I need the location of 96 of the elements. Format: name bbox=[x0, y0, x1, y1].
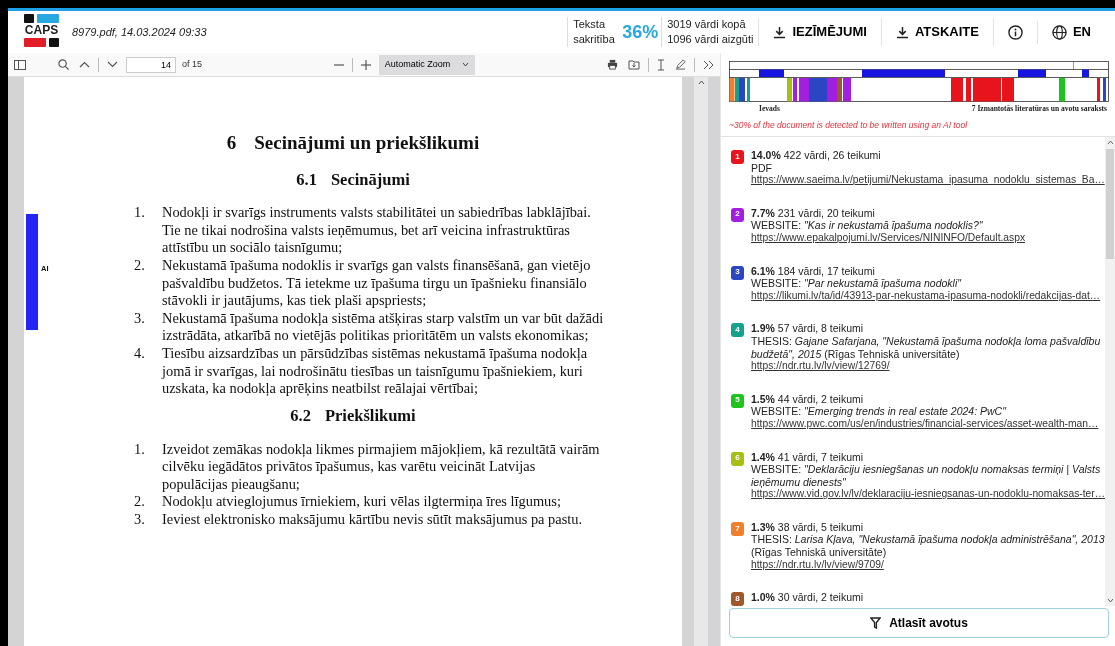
source-number: 8 bbox=[731, 592, 744, 606]
section-heading: Secinājumi bbox=[330, 168, 410, 191]
chevron-up-icon bbox=[79, 61, 90, 68]
similarity-label: Teksta sakritība bbox=[567, 17, 620, 47]
source-title: WEBSITE: "Deklarāciju iesniegšanas un nodokļu nomaksas termiņi | Valsts ieņēmumu dienests" bbox=[751, 463, 1101, 489]
download-button[interactable]: IEZĪMĒJUMI bbox=[759, 18, 882, 46]
source-number: 2 bbox=[731, 207, 744, 222]
plus-icon bbox=[360, 59, 371, 70]
list-number: 3. bbox=[134, 510, 146, 529]
source-number: 1 bbox=[731, 150, 744, 164]
source-link[interactable]: https://www.saeima.lv/petijumi/Nekustama_ipasuma_nodoklu_sistemas_Ba… bbox=[751, 174, 1105, 187]
source-title: PDF bbox=[751, 161, 773, 175]
download-icon bbox=[895, 25, 909, 39]
chevron-down-icon bbox=[107, 61, 118, 68]
zoom-select[interactable]: Automatic Zoom bbox=[378, 54, 476, 75]
source-title: WEBSITE: "Kas ir nekustamā īpašuma nodoklis?" bbox=[751, 219, 984, 232]
source-title: WEBSITE: "Par nekustamā īpašuma nodokli" bbox=[751, 277, 963, 290]
source-link[interactable]: https://www.epakalpojumi.lv/Services/NININFO/Default.aspx bbox=[751, 231, 1026, 245]
search-icon bbox=[58, 59, 69, 70]
download-button[interactable]: ATSKAITE bbox=[881, 18, 994, 46]
scrollbar-thumb[interactable] bbox=[1106, 149, 1114, 259]
scrollbar[interactable] bbox=[694, 77, 708, 646]
source-title: THESIS: Larisa Kļava, "Nekustamā īpašuma nodokļa administrēšana", 2013 (Rīgas Tehniskā universitāte) bbox=[751, 533, 1105, 559]
source-number: 7 bbox=[731, 521, 744, 536]
text-select-button[interactable] bbox=[655, 58, 667, 71]
source-link[interactable]: https://ndr.rtu.lv/lv/view/12769/ bbox=[751, 360, 1105, 373]
language-button[interactable]: EN bbox=[1037, 18, 1105, 46]
next-page-button[interactable] bbox=[105, 61, 120, 68]
list-item-text: Izveidot zemākas nodokļa likmes pirmajiem mājokļiem, kā rezultātā vairām cilvēku iegādātos privātos īpašumus, kas varētu veicināt Latvijas populācijas pieaugšanu; bbox=[162, 440, 601, 494]
printer-icon bbox=[607, 59, 618, 70]
globe-icon bbox=[1051, 24, 1067, 40]
filter-sources-button[interactable]: Atlasīt avotus bbox=[729, 608, 1109, 638]
source-summary: 6.1% 184 vārdi, 17 teikumi bbox=[751, 264, 876, 278]
list-item-text: Ieviest elektronisko maksājumu kārtību nevis sūtīt maksājumus pa pastu. bbox=[162, 510, 583, 529]
download-icon bbox=[628, 59, 640, 70]
similarity-percent: 36% bbox=[621, 20, 660, 44]
list-number: 2. bbox=[134, 257, 146, 276]
words-total: 3019 vārdi kopā bbox=[667, 17, 747, 32]
list-number: 3. bbox=[134, 309, 146, 328]
text-cursor-icon bbox=[657, 58, 665, 71]
save-button[interactable] bbox=[626, 59, 642, 70]
search-button[interactable] bbox=[56, 59, 71, 70]
source-link[interactable]: https://www.vid.gov.lv/lv/deklaraciju-iesniegsanas-un-nodoklu-nomaksas-ter… bbox=[751, 488, 1105, 501]
list-number: 4. bbox=[134, 345, 146, 363]
pencil-icon bbox=[675, 59, 686, 70]
scroll-down-icon bbox=[1106, 598, 1114, 603]
page-number-field[interactable]: 14 bbox=[126, 56, 176, 73]
list-number: 1. bbox=[134, 440, 146, 459]
section-heading: Priekšlikumi bbox=[324, 404, 416, 427]
info-icon bbox=[1007, 24, 1023, 40]
scroll-up-icon bbox=[1106, 140, 1114, 145]
source-link[interactable]: https://likumi.lv/ta/id/43913-par-nekustama-ipasuma-nodokli/redakcijas-dat… bbox=[751, 289, 1101, 303]
source-summary: 1.9% 57 vārdi, 8 teikumi bbox=[751, 322, 865, 335]
source-summary: 1.3% 38 vārdi, 5 teikumi bbox=[751, 520, 865, 534]
source-summary: 7.7% 231 vārdi, 20 teikumi bbox=[751, 206, 876, 220]
logo: CAPS bbox=[24, 14, 60, 50]
source-summary: 1.5% 44 vārdi, 2 teikumi bbox=[751, 392, 865, 406]
source-link[interactable]: https://www.pwc.com/us/en/industries/financial-services/asset-wealth-man… bbox=[751, 417, 1099, 431]
sidebar-icon bbox=[14, 59, 26, 70]
filter-icon bbox=[870, 617, 882, 629]
list-item-text: Nekustamā īpašuma nodokļa sistēma atšķiras starp valstīm un var būt dažādi izstrādāta, atkarībā no vietējās politikas prioritātēm un valsts ekonomikas; bbox=[162, 309, 604, 345]
download-icon bbox=[773, 25, 787, 39]
previous-page-button[interactable] bbox=[77, 61, 92, 68]
print-button[interactable] bbox=[605, 59, 620, 70]
source-summary: 14.0% 422 vārdi, 26 teikumi bbox=[751, 149, 882, 162]
page-count: of 15 bbox=[182, 57, 203, 71]
source-number: 3 bbox=[731, 265, 744, 280]
source-summary: 1.4% 41 vārdi, 7 teikumi bbox=[751, 450, 865, 464]
list-number: 2. bbox=[134, 493, 146, 511]
source-title: THESIS: Gajane Safarjana, "Nekustamā īpašuma nodokļa loma pašvaldību budžetā", 2015 (Rīgas Tehniskā universitāte) bbox=[751, 334, 1102, 361]
scrollbar[interactable] bbox=[1105, 137, 1115, 606]
ai-notice: ~30% of the document is detected to be written using an AI tool bbox=[729, 119, 969, 132]
caret-icon bbox=[462, 62, 470, 67]
sidebar-toggle-button[interactable] bbox=[12, 59, 28, 70]
draw-button[interactable] bbox=[673, 59, 688, 70]
zoom-in-button[interactable] bbox=[358, 59, 373, 70]
source-number: 4 bbox=[731, 323, 744, 338]
section-number: 6.1 bbox=[296, 168, 317, 191]
source-number: 5 bbox=[731, 393, 744, 408]
source-summary: 1.0% 30 vārdi, 2 teikumi bbox=[751, 591, 864, 604]
words-borrowed: 1096 vārdi aizgūti bbox=[667, 32, 754, 47]
list-item-text: Tiesību aizsardzības un pārsūdzības sistēmas nekustamā īpašuma nodokļa jomā ir svarīgas, lai nodrošinātu tiesības un taisnīgumu īpašniekiem, kuri uzskata, ka nodokļa aprēķins neatbilst reālajai vērtībai; bbox=[162, 345, 589, 398]
heading: Secinājumi un priekšlikumi bbox=[254, 131, 480, 155]
list-number: 1. bbox=[134, 204, 146, 223]
scroll-up-icon bbox=[697, 80, 705, 85]
source-title: WEBSITE: "Emerging trends in real estate 2024: PwC" bbox=[751, 405, 1008, 418]
list-item-text: Nodokļi ir svarīgs instruments valsts stabilitātei un sabiedrības labklājībai. Tie ne tikai nodrošina valsts ieņēmumus, bet arī veicina infrastruktūras attīstību un sociālo taisnīgumu; bbox=[162, 204, 592, 258]
section-number: 6.2 bbox=[290, 404, 311, 427]
heading-number: 6 bbox=[226, 131, 237, 155]
file-info: 8979.pdf, 14.03.2024 09:33 bbox=[72, 24, 207, 40]
list-item-text: Nodokļu atvieglojumus īrniekiem, kuri vēlas ilgtermiņa īres līgumus; bbox=[162, 493, 561, 511]
double-chevron-icon bbox=[703, 59, 714, 70]
source-link[interactable]: https://ndr.rtu.lv/lv/view/9709/ bbox=[751, 558, 1105, 572]
list-item-text: Nekustamā īpašuma nodoklis ir svarīgs gan valsts finansēšanā, gan vietējo pašvaldību budžetos. Tā ietekme uz īpašuma tirgu un īpašnieku finansiālo stāvokli ir jautājums, kas tiek plaši apspriests; bbox=[162, 257, 592, 310]
source-number: 6 bbox=[731, 451, 744, 466]
more-tools-button[interactable] bbox=[701, 59, 716, 70]
